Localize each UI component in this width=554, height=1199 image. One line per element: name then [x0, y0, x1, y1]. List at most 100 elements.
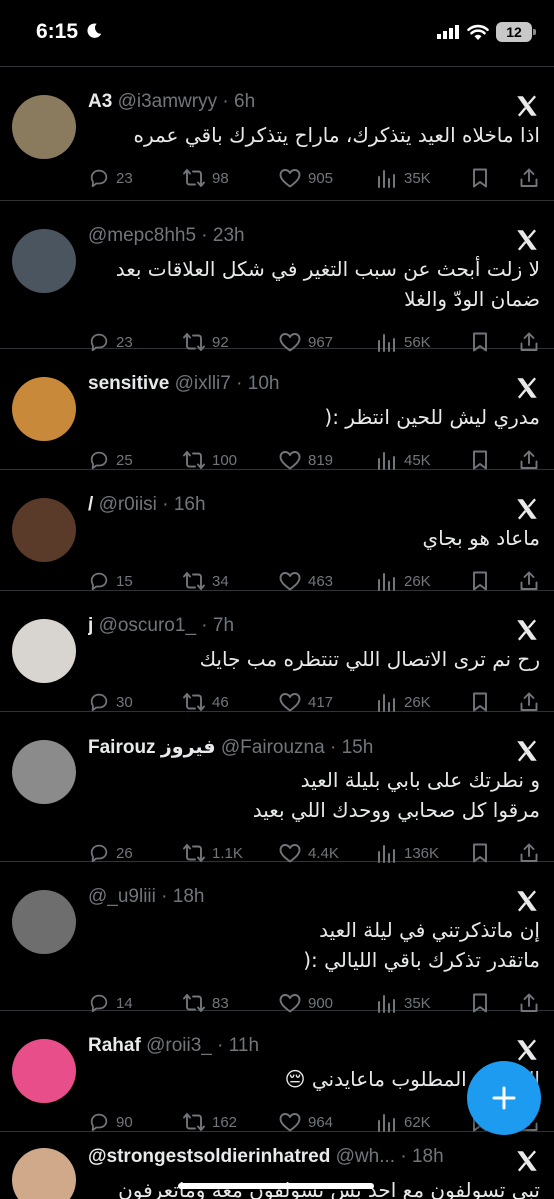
like-count: 964 — [308, 1113, 334, 1131]
avatar[interactable] — [12, 498, 76, 562]
tweet-item[interactable]: @_u9liii · 18h إن ماتذكرتني في ليلة العيد… — [0, 862, 554, 1013]
user-handle[interactable]: @roii3_ — [146, 1035, 212, 1056]
reply-count: 30 — [116, 693, 133, 711]
x-logo-icon — [517, 498, 537, 520]
retweet-count: 100 — [212, 451, 238, 469]
avatar[interactable] — [12, 890, 76, 954]
user-handle[interactable]: @Fairouzna — [221, 737, 325, 758]
avatar[interactable] — [12, 619, 76, 683]
tweet-item[interactable]: Fairouz فيروز @Fairouzna · 15h و نطرتك عل… — [0, 712, 554, 863]
tweet-time: 23h — [212, 225, 245, 246]
like-count: 417 — [308, 693, 334, 711]
separator-dot: · — [155, 886, 173, 907]
reply-button[interactable]: 23 — [88, 165, 133, 191]
cellular-signal-icon — [437, 25, 459, 39]
share-button[interactable] — [518, 165, 540, 191]
avatar[interactable] — [12, 95, 76, 159]
tweet-text: اذا ماخلاه العيد يتذكرك، ماراح يتذكرك با… — [133, 123, 540, 147]
tweet-item[interactable]: / @r0iisi · 16h ماعاد هو بجاي 15 34 463 26K — [0, 470, 554, 591]
user-handle[interactable]: @oscuro1_ — [99, 615, 196, 636]
like-count: 900 — [308, 994, 334, 1012]
retweet-count: 162 — [212, 1113, 238, 1131]
heart-icon — [279, 1113, 301, 1132]
tweet-header: A3 @i3amwryy · 6h — [88, 91, 494, 113]
tweet-text: ماعاد هو بجاي — [422, 526, 540, 550]
tweet-time: 16h — [173, 494, 206, 515]
reply-count: 25 — [116, 451, 133, 469]
avatar[interactable] — [12, 1039, 76, 1103]
avatar[interactable] — [12, 377, 76, 441]
reply-count: 90 — [116, 1113, 133, 1131]
views-icon — [378, 170, 395, 188]
display-name[interactable]: sensitive — [88, 373, 169, 394]
tweet-header: / @r0iisi · 16h — [88, 494, 494, 516]
retweet-icon — [183, 169, 205, 187]
heart-icon — [279, 572, 301, 591]
display-name[interactable]: Rahaf — [88, 1035, 141, 1056]
display-name[interactable]: @strongestsoldierinhatred — [88, 1146, 330, 1167]
display-name[interactable]: j — [88, 615, 93, 636]
reply-count: 23 — [116, 333, 133, 351]
home-indicator — [178, 1183, 374, 1189]
bookmark-icon — [473, 168, 487, 188]
separator-dot: · — [217, 91, 234, 112]
retweet-count: 1.1K — [212, 844, 243, 862]
retweet-count: 92 — [212, 333, 229, 351]
reply-icon — [90, 572, 108, 591]
retweet-icon — [183, 844, 205, 862]
share-icon — [520, 450, 538, 469]
separator-dot: · — [156, 494, 174, 515]
reply-icon — [90, 693, 108, 712]
reply-icon — [90, 844, 108, 863]
views-button[interactable]: 35K — [376, 165, 431, 191]
tweet-header: j @oscuro1_ · 7h — [88, 615, 494, 637]
separator-dot: · — [196, 615, 213, 636]
user-handle[interactable]: @_u9liii — [88, 886, 156, 907]
display-name[interactable]: / — [88, 494, 93, 515]
tweet-item[interactable]: j @oscuro1_ · 7h رح نم ترى الاتصال اللي ت… — [0, 591, 554, 712]
tweet-item[interactable]: @mepc8hh5 · 23h لا زلت أبحث عن سبب التغير… — [0, 201, 554, 352]
tweet-item[interactable]: A3 @i3amwryy · 6h اذا ماخلاه العيد يتذكرك… — [0, 67, 554, 201]
tweet-text: و نطرتك على بابي بليلة العيد مرقوا كل صح… — [252, 768, 540, 822]
user-handle[interactable]: @i3amwryy — [118, 91, 218, 112]
views-count: 26K — [404, 693, 431, 711]
tweet-actions: 23 98 905 35K — [88, 165, 542, 191]
battery-indicator: 12 — [496, 22, 536, 42]
avatar[interactable] — [12, 229, 76, 293]
views-icon — [378, 845, 395, 863]
bookmark-icon — [473, 692, 487, 712]
user-handle[interactable]: @mepc8hh5 — [88, 225, 196, 246]
tweet-time: 18h — [172, 886, 205, 907]
retweet-button[interactable]: 98 — [182, 165, 229, 191]
avatar[interactable] — [12, 740, 76, 804]
bookmark-icon — [473, 843, 487, 863]
like-count: 819 — [308, 451, 334, 469]
reply-icon — [90, 169, 108, 188]
x-logo-icon — [517, 619, 537, 641]
tweet-time: 6h — [234, 91, 256, 112]
retweet-icon — [183, 1113, 205, 1131]
retweet-count: 83 — [212, 994, 229, 1012]
separator-dot: · — [230, 373, 248, 394]
bookmark-button[interactable] — [470, 165, 490, 191]
like-button[interactable]: 905 — [278, 165, 333, 191]
tweet-header: @mepc8hh5 · 23h — [88, 225, 494, 247]
retweet-icon — [183, 451, 205, 469]
display-name[interactable]: Fairouz فيروز — [88, 737, 216, 758]
status-time: 6:15 — [36, 20, 79, 43]
user-handle[interactable]: @ixlli7 — [175, 373, 231, 394]
user-handle[interactable]: @wh... — [336, 1146, 395, 1167]
heart-icon — [279, 169, 301, 188]
tweet-text: إن ماتذكرتني في ليلة العيد ماتقدر تذكرك … — [303, 918, 540, 972]
separator-dot: · — [196, 225, 213, 246]
status-bar: 6:15 12 — [0, 0, 554, 66]
tweet-item[interactable]: sensitive @ixlli7 · 10h مدري ليش للحين ان… — [0, 349, 554, 470]
compose-button[interactable] — [467, 1061, 541, 1135]
avatar[interactable] — [12, 1148, 76, 1199]
x-logo-icon — [517, 1039, 537, 1061]
tweet-text: رح نم ترى الاتصال اللي تنتظره مب جايك — [199, 647, 540, 671]
display-name[interactable]: A3 — [88, 91, 112, 112]
like-count: 4.4K — [308, 844, 339, 862]
bookmark-icon — [473, 450, 487, 470]
user-handle[interactable]: @r0iisi — [99, 494, 157, 515]
